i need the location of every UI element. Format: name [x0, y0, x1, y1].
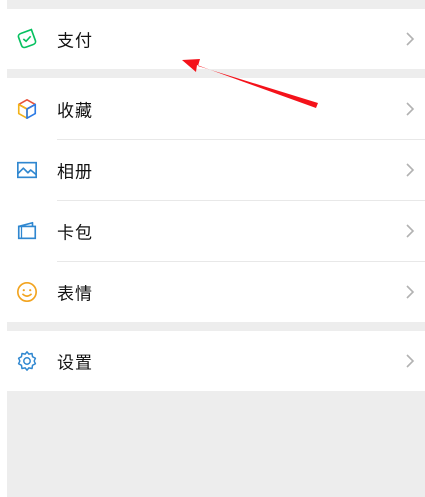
menu-item-pay-label: 支付 — [57, 31, 93, 52]
gear-icon — [17, 351, 37, 371]
menu-item-favorites-label: 收藏 — [57, 101, 93, 121]
menu-item-cards[interactable]: 卡包 — [7, 200, 425, 261]
chevron-right-icon — [406, 162, 415, 177]
menu-item-pay[interactable]: 支付 — [7, 9, 425, 69]
menu-item-settings-label: 设置 — [57, 353, 93, 374]
chevron-right-icon — [406, 284, 415, 299]
wallet-check-icon — [17, 28, 37, 49]
cube-icon — [17, 98, 37, 119]
card-wallet-icon — [17, 221, 37, 239]
picture-icon — [17, 161, 37, 178]
settings-group: 设置 — [7, 331, 425, 391]
tools-group: 收藏 相册 卡包 表情 — [7, 78, 425, 322]
chevron-right-icon — [406, 223, 415, 238]
menu-item-album-label: 相册 — [57, 162, 93, 182]
menu-item-album[interactable]: 相册 — [7, 139, 425, 200]
chevron-right-icon — [406, 354, 415, 368]
chevron-right-icon — [406, 101, 415, 116]
menu-item-cards-label: 卡包 — [57, 223, 93, 243]
me-menu-panel: 支付 收藏 相册 卡包 表情 设置 — [7, 0, 425, 497]
menu-item-stickers-label: 表情 — [57, 284, 93, 304]
menu-item-stickers[interactable]: 表情 — [7, 261, 425, 322]
menu-item-favorites[interactable]: 收藏 — [7, 78, 425, 139]
chevron-right-icon — [406, 32, 415, 46]
smiley-icon — [17, 281, 37, 302]
menu-item-settings[interactable]: 设置 — [7, 331, 425, 391]
pay-group: 支付 — [7, 9, 425, 69]
